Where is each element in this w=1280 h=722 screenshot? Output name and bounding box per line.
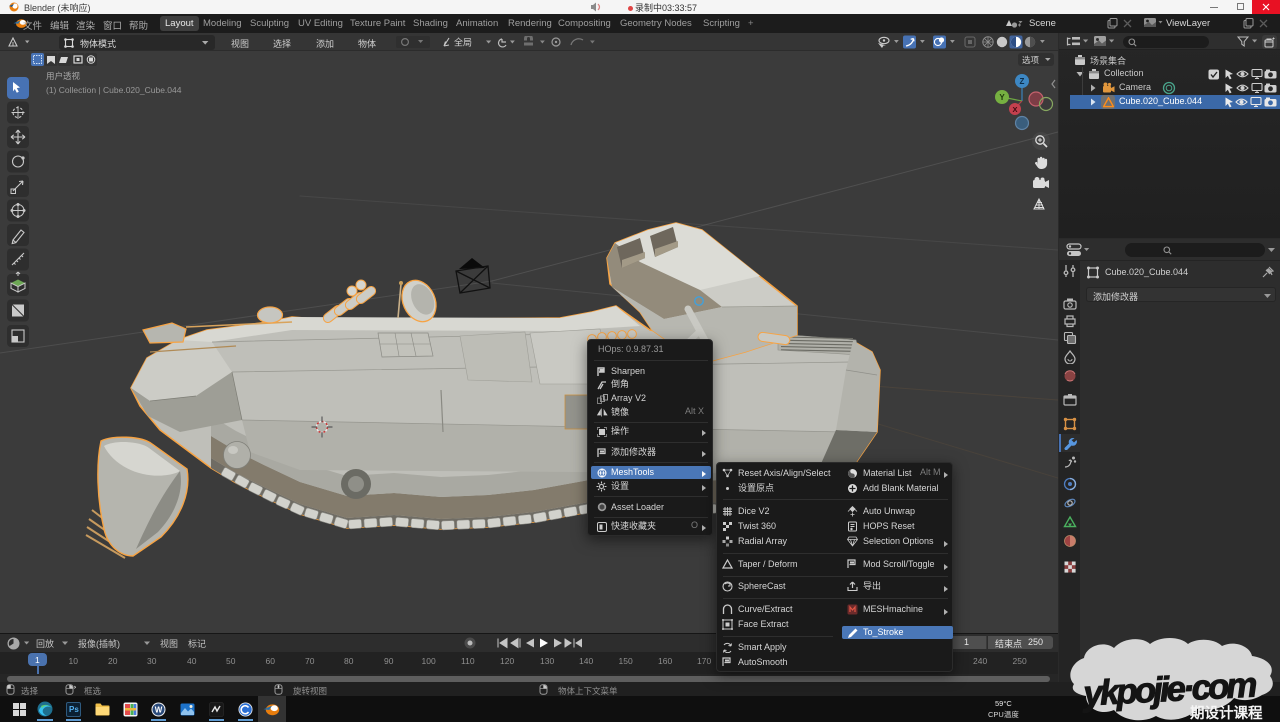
svg-text:Z: Z xyxy=(1020,77,1025,86)
svg-text:X: X xyxy=(1012,105,1017,114)
svg-text:Y: Y xyxy=(999,93,1005,102)
svg-text:W: W xyxy=(155,706,163,715)
svg-text:全局: 全局 xyxy=(454,37,472,48)
